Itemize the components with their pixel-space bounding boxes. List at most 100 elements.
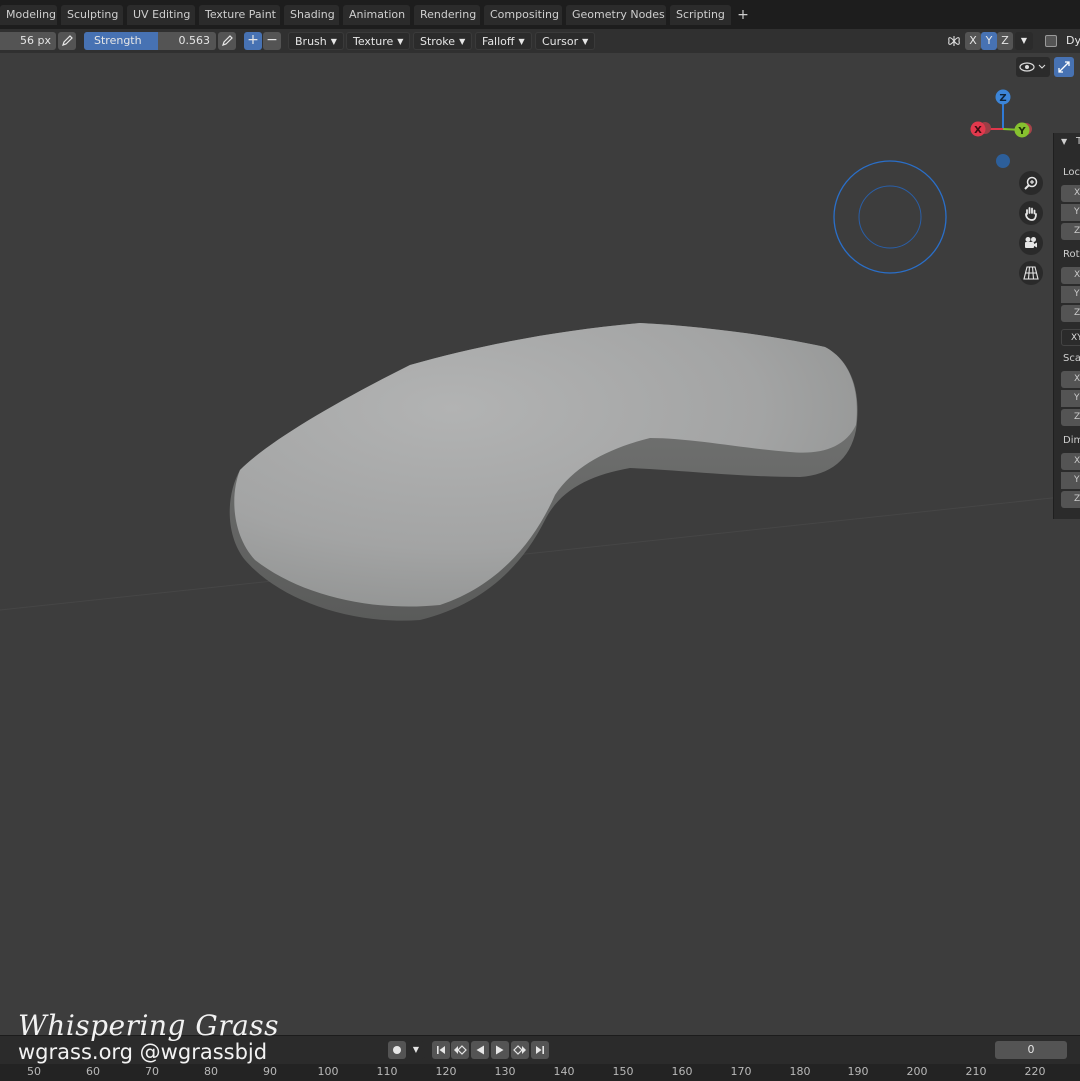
location-z-field[interactable]: Z	[1061, 223, 1080, 240]
stroke-menu[interactable]: Stroke ▼	[413, 32, 473, 50]
mirror-x-toggle[interactable]: X	[965, 32, 981, 50]
location-label: Loc	[1063, 167, 1080, 178]
zoom-icon	[1024, 176, 1038, 190]
dimensions-x-field[interactable]: X	[1061, 453, 1080, 470]
direction-add-button[interactable]: +	[244, 32, 262, 50]
rotation-z-field[interactable]: Z	[1061, 305, 1080, 322]
zoom-button[interactable]	[1019, 171, 1043, 195]
tool-settings-bar: 56 px Strength 0.563 + − Brush ▼ Texture ▼…	[0, 29, 1080, 53]
brush-radius-cursor	[833, 160, 947, 274]
prev-keyframe-button[interactable]	[451, 1041, 469, 1059]
ruler-tick: 90	[263, 1065, 277, 1078]
symmetry-options-dropdown[interactable]: ▼	[1015, 32, 1033, 50]
mirror-y-toggle[interactable]: Y	[981, 32, 997, 50]
ruler-tick: 60	[86, 1065, 100, 1078]
ruler-tick: 50	[27, 1065, 41, 1078]
gizmo-z-label: Z	[999, 93, 1006, 104]
sidebar-transform-panel: ▼ T Loc X Y Z Rot X Y Z XY Sca X Y Z Dim…	[1053, 133, 1080, 519]
gizmo-neg-z[interactable]	[996, 154, 1010, 168]
play-button[interactable]	[491, 1041, 509, 1059]
projection-toggle-button[interactable]	[1019, 261, 1043, 285]
rotation-x-field[interactable]: X	[1061, 267, 1080, 284]
dyntopo-checkbox[interactable]	[1043, 32, 1057, 50]
symmetry-icon-button[interactable]	[945, 32, 963, 50]
prev-keyframe-icon	[454, 1045, 467, 1055]
tab-scripting[interactable]: Scripting	[670, 5, 731, 25]
chevron-down-icon: ▼	[397, 37, 404, 46]
tab-modeling[interactable]: Modeling	[0, 5, 57, 25]
keying-options-dropdown[interactable]: ▼	[407, 1041, 425, 1059]
ruler-tick: 210	[965, 1065, 987, 1078]
chevron-down-icon: ▼	[1020, 36, 1028, 45]
direction-subtract-button[interactable]: −	[263, 32, 281, 50]
brush-strength-cursor	[858, 185, 922, 249]
tab-shading[interactable]: Shading	[284, 5, 339, 25]
strength-value: 0.563	[178, 34, 211, 47]
radius-field[interactable]: 56 px	[0, 32, 56, 50]
tab-animation[interactable]: Animation	[343, 5, 410, 25]
falloff-menu[interactable]: Falloff ▼	[475, 32, 532, 50]
pan-button[interactable]	[1019, 201, 1043, 225]
brush-menu-label: Brush	[295, 35, 327, 48]
chevron-down-icon: ▼	[330, 37, 337, 46]
timeline-ruler[interactable]: 50 60 70 80 90 100 110 120 130 140 150 1…	[0, 1064, 1080, 1081]
hand-icon	[1025, 207, 1037, 221]
tab-texture-paint[interactable]: Texture Paint	[199, 5, 280, 25]
tab-sculpting[interactable]: Sculpting	[61, 5, 123, 25]
record-icon	[393, 1046, 401, 1054]
strength-pressure-button[interactable]	[218, 32, 236, 50]
tab-geometry-nodes[interactable]: Geometry Nodes	[566, 5, 666, 25]
workspace-tab-bar: Modeling Sculpting UV Editing Texture Pa…	[0, 0, 1080, 30]
checkbox-box	[1045, 35, 1057, 47]
brush-menu[interactable]: Brush ▼	[288, 32, 344, 50]
dimensions-z-field[interactable]: Z	[1061, 491, 1080, 508]
tab-compositing[interactable]: Compositing	[484, 5, 562, 25]
dimensions-y-field[interactable]: Y	[1061, 472, 1080, 489]
mirror-z-toggle[interactable]: Z	[997, 32, 1013, 50]
panel-header-title: T	[1076, 136, 1080, 147]
camera-view-button[interactable]	[1019, 231, 1043, 255]
scale-x-field[interactable]: X	[1061, 371, 1080, 388]
cursor-menu[interactable]: Cursor ▼	[535, 32, 596, 50]
ruler-tick: 180	[789, 1065, 811, 1078]
ruler-tick: 80	[204, 1065, 218, 1078]
transform-gizmo-toggle[interactable]	[1054, 57, 1074, 77]
view-icon	[1019, 62, 1046, 72]
ruler-tick: 140	[553, 1065, 575, 1078]
tab-rendering[interactable]: Rendering	[414, 5, 480, 25]
scale-label: Sca	[1063, 353, 1080, 364]
current-frame-field[interactable]: 0	[995, 1041, 1067, 1059]
texture-menu-label: Texture	[353, 35, 394, 48]
jump-to-end-button[interactable]	[531, 1041, 549, 1059]
scale-z-field[interactable]: Z	[1061, 409, 1080, 426]
auto-keying-toggle[interactable]	[388, 1041, 406, 1059]
rotation-mode-dropdown[interactable]: XY	[1061, 329, 1080, 346]
location-x-field[interactable]: X	[1061, 185, 1080, 202]
grid-icon	[1023, 266, 1039, 280]
ruler-tick: 170	[730, 1065, 752, 1078]
radius-pressure-button[interactable]	[58, 32, 76, 50]
scale-y-field[interactable]: Y	[1061, 390, 1080, 407]
add-workspace-button[interactable]: +	[735, 6, 751, 24]
3d-viewport[interactable]: Z X Y ▼ T Loc X Y Z Rot X Y Z X Sca X Y …	[0, 53, 1080, 1033]
navigation-gizmo[interactable]: Z X Y	[970, 89, 1033, 169]
jump-to-start-button[interactable]	[432, 1041, 450, 1059]
viewport-overlay-dropdown[interactable]	[1016, 57, 1050, 77]
next-keyframe-icon	[513, 1045, 526, 1055]
rotation-y-field[interactable]: Y	[1061, 286, 1080, 303]
ruler-tick: 100	[317, 1065, 339, 1078]
butterfly-symmetry-icon	[948, 36, 960, 46]
panel-collapse-icon[interactable]: ▼	[1061, 137, 1067, 146]
ruler-tick: 150	[612, 1065, 634, 1078]
texture-menu[interactable]: Texture ▼	[346, 32, 411, 50]
ruler-tick: 160	[671, 1065, 693, 1078]
play-reverse-button[interactable]	[471, 1041, 489, 1059]
next-keyframe-button[interactable]	[511, 1041, 529, 1059]
viewport-canvas: Z X Y	[0, 89, 1080, 621]
tab-uv-editing[interactable]: UV Editing	[127, 5, 195, 25]
dyntopo-label: Dy	[1066, 34, 1080, 47]
strength-slider[interactable]: Strength 0.563	[84, 32, 216, 50]
location-y-field[interactable]: Y	[1061, 204, 1080, 221]
chevron-down-icon: ▼	[582, 37, 589, 46]
pen-pressure-icon	[62, 35, 73, 46]
